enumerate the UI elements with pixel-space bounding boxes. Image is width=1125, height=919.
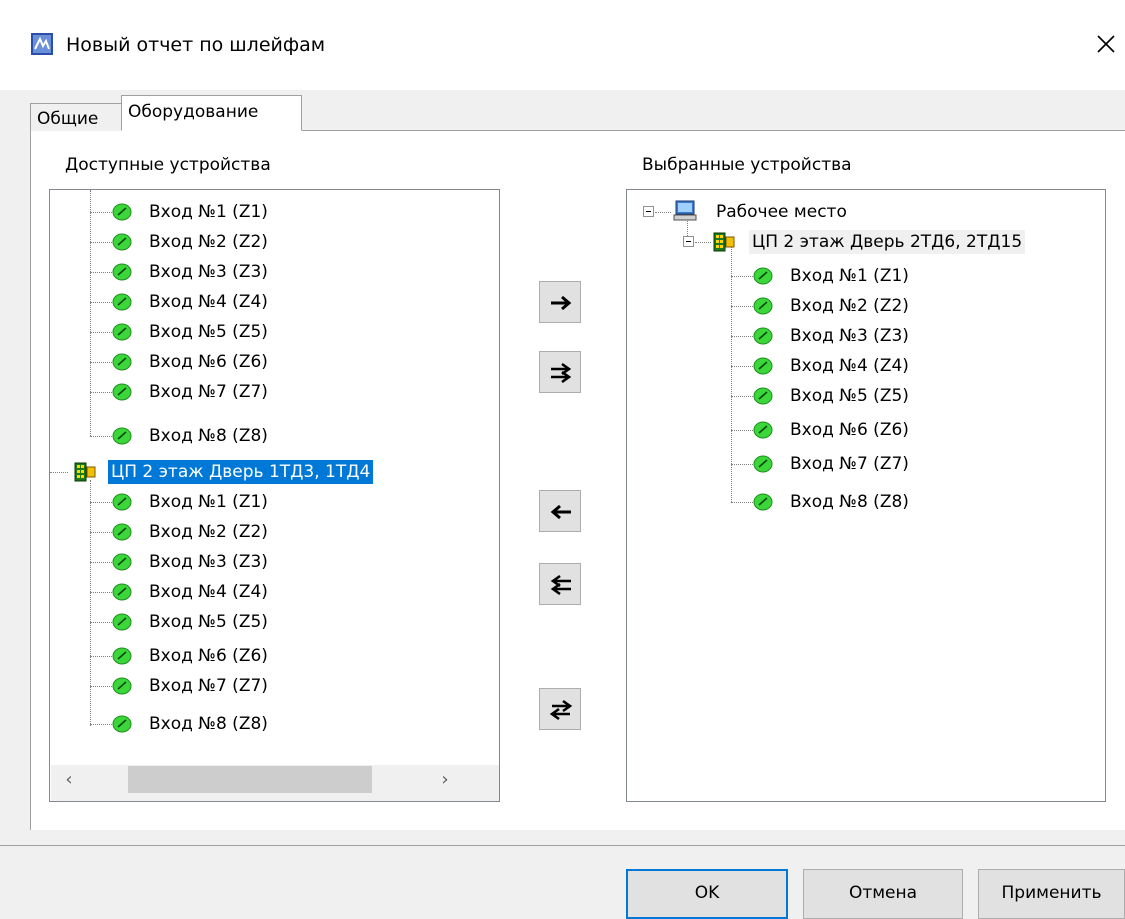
available-devices-label: Доступные устройства	[65, 155, 271, 175]
zone-icon	[753, 327, 773, 345]
tree-node-zone[interactable]: Вход №1 (Z1)	[50, 490, 499, 514]
add-selected-button[interactable]	[539, 281, 581, 323]
tree-node-zone[interactable]: Вход №1 (Z1)	[50, 200, 499, 224]
tree-node-zone[interactable]: Вход №5 (Z5)	[50, 610, 499, 634]
selected-devices-tree[interactable]: Рабочее место ЦП 2 этаж Дверь 2ТД6, 2ТД1…	[626, 189, 1106, 802]
zone-icon	[112, 715, 132, 733]
workstation-icon	[673, 200, 697, 221]
zone-icon	[112, 583, 132, 601]
available-devices-tree[interactable]: Вход №1 (Z1) Вход №2 (Z2) Вход №3 (Z3) В…	[49, 189, 500, 802]
close-icon[interactable]	[1090, 28, 1122, 60]
zone-icon	[112, 353, 132, 371]
zone-icon	[753, 455, 773, 473]
zone-icon	[112, 293, 132, 311]
zone-icon	[112, 383, 132, 401]
tree-node-device[interactable]: ЦП 2 этаж Дверь 2ТД6, 2ТД15	[627, 230, 1097, 254]
remove-selected-button[interactable]	[539, 490, 581, 532]
scroll-right-icon[interactable]: ›	[433, 768, 457, 792]
horizontal-scroll-thumb[interactable]	[128, 766, 372, 793]
cancel-button[interactable]: Отмена	[803, 869, 963, 919]
ok-button[interactable]: OK	[626, 869, 788, 919]
tree-node-zone[interactable]: Вход №4 (Z4)	[50, 290, 499, 314]
swap-arrows-icon	[549, 699, 573, 721]
tree-node-zone[interactable]: Вход №1 (Z1)	[627, 264, 1097, 288]
tree-node-zone[interactable]: Вход №7 (Z7)	[627, 452, 1097, 476]
double-arrow-left-icon	[550, 574, 571, 596]
tree-node-zone[interactable]: Вход №2 (Z2)	[627, 294, 1097, 318]
controller-icon	[74, 462, 96, 482]
tab-equipment[interactable]: Оборудование	[121, 95, 302, 131]
zone-icon	[753, 493, 773, 511]
zone-icon	[753, 357, 773, 375]
title-bar: Новый отчет по шлейфам	[0, 0, 1125, 90]
apply-button[interactable]: Применить	[978, 869, 1125, 919]
tree-node-zone[interactable]: Вход №4 (Z4)	[50, 580, 499, 604]
zone-icon	[753, 267, 773, 285]
zone-icon	[112, 493, 132, 511]
tree-node-zone[interactable]: Вход №6 (Z6)	[50, 350, 499, 374]
tree-node-workstation[interactable]: Рабочее место	[627, 200, 1097, 224]
zone-icon	[112, 323, 132, 341]
tree-node-device-label[interactable]: ЦП 2 этаж Дверь 1ТД3, 1ТД4	[108, 460, 374, 484]
tab-general[interactable]: Общие	[30, 103, 122, 131]
tree-node-zone[interactable]: Вход №7 (Z7)	[50, 674, 499, 698]
double-arrow-right-icon	[551, 362, 572, 384]
tree-node-zone[interactable]: Вход №4 (Z4)	[627, 354, 1097, 378]
arrow-left-icon	[550, 504, 571, 520]
zone-icon	[112, 233, 132, 251]
swap-button[interactable]	[539, 688, 581, 730]
zone-icon	[753, 387, 773, 405]
zone-icon	[112, 677, 132, 695]
tree-node-zone[interactable]: Вход №6 (Z6)	[627, 418, 1097, 442]
zone-icon	[112, 203, 132, 221]
horizontal-scrollbar[interactable]: ‹ ›	[51, 765, 499, 801]
tree-node-zone[interactable]: Вход №8 (Z8)	[50, 712, 499, 736]
zone-icon	[112, 523, 132, 541]
collapse-icon[interactable]	[683, 236, 694, 247]
scroll-left-icon[interactable]: ‹	[57, 768, 81, 792]
app-icon	[31, 33, 53, 55]
tree-node-zone[interactable]: Вход №8 (Z8)	[627, 490, 1097, 514]
zone-icon	[112, 647, 132, 665]
add-all-button[interactable]	[539, 351, 581, 393]
tree-node-zone[interactable]: Вход №5 (Z5)	[627, 384, 1097, 408]
footer-separator	[0, 845, 1125, 846]
selected-devices-label: Выбранные устройства	[642, 155, 852, 175]
tree-node-zone[interactable]: Вход №7 (Z7)	[50, 380, 499, 404]
zone-icon	[112, 553, 132, 571]
arrow-right-icon	[551, 295, 572, 311]
tree-node-zone[interactable]: Вход №3 (Z3)	[627, 324, 1097, 348]
tree-node-zone[interactable]: Вход №6 (Z6)	[50, 644, 499, 668]
tree-node-zone[interactable]: Вход №5 (Z5)	[50, 320, 499, 344]
zone-icon	[112, 427, 132, 445]
tree-node-device[interactable]: ЦП 2 этаж Дверь 1ТД3, 1ТД4	[50, 460, 499, 484]
tree-node-zone[interactable]: Вход №3 (Z3)	[50, 260, 499, 284]
tree-node-zone[interactable]: Вход №3 (Z3)	[50, 550, 499, 574]
zone-icon	[753, 421, 773, 439]
remove-all-button[interactable]	[539, 563, 581, 605]
zone-icon	[753, 297, 773, 315]
window-title: Новый отчет по шлейфам	[66, 34, 326, 56]
collapse-icon[interactable]	[643, 206, 654, 217]
tree-node-zone[interactable]: Вход №2 (Z2)	[50, 520, 499, 544]
zone-icon	[112, 263, 132, 281]
tree-node-zone[interactable]: Вход №2 (Z2)	[50, 230, 499, 254]
zone-icon	[112, 613, 132, 631]
controller-icon	[713, 232, 735, 252]
tree-node-zone[interactable]: Вход №8 (Z8)	[50, 424, 499, 448]
